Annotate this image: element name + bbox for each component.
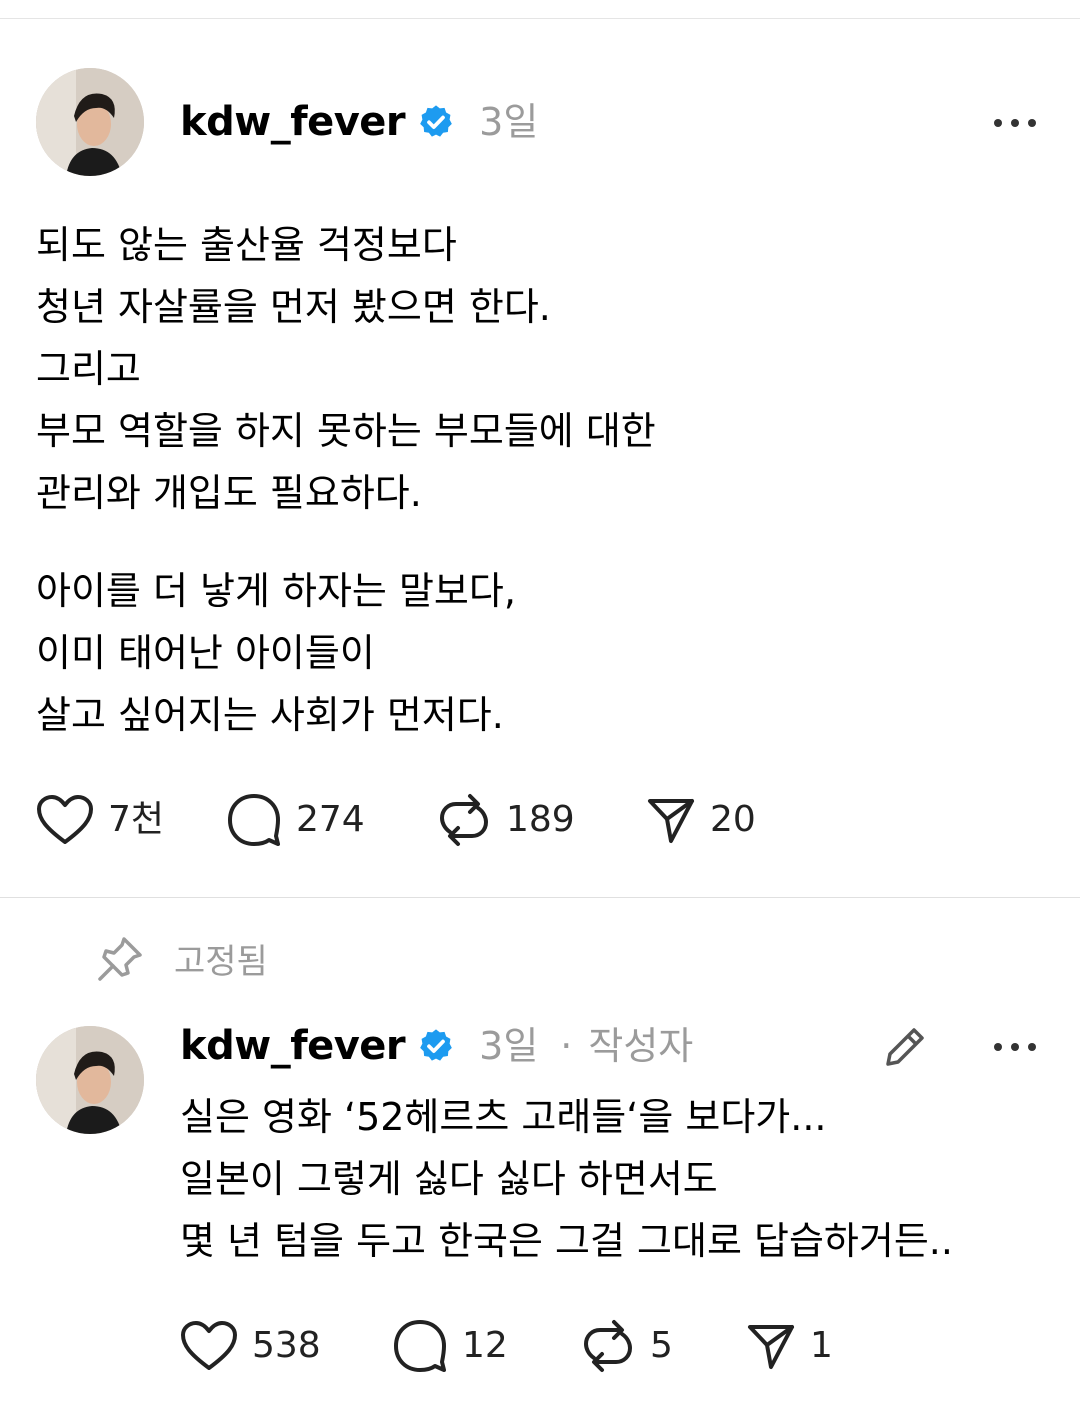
reply-line: 일본이 그렇게 싫다 싫다 하면서도 <box>180 1157 718 1201</box>
post-line: 청년 자살률을 먼저 봤으면 한다. <box>36 285 551 329</box>
post-line: 그리고 <box>36 347 141 391</box>
reply-comment-button[interactable]: 12 <box>392 1318 508 1374</box>
reply-username[interactable]: kdw_fever <box>180 1022 406 1070</box>
reply-more-horizontal-icon[interactable] <box>993 1037 1037 1057</box>
share-count: 20 <box>710 799 756 840</box>
post-line: 되도 않는 출산율 걱정보다 <box>36 223 457 267</box>
section-divider <box>0 897 1080 898</box>
post-line: 이미 태어난 아이들이 <box>36 631 375 675</box>
edit-button[interactable] <box>880 1022 930 1076</box>
comment-bubble-icon <box>228 794 280 846</box>
repost-button[interactable]: 189 <box>436 792 575 848</box>
reply-like-count: 538 <box>252 1325 321 1366</box>
repost-icon <box>583 1320 633 1372</box>
send-icon <box>648 799 694 843</box>
more-horizontal-icon[interactable] <box>993 113 1037 133</box>
reply-repost-count: 5 <box>650 1325 673 1366</box>
reply-share-button[interactable]: 1 <box>746 1318 833 1374</box>
reply-like-button[interactable]: 538 <box>180 1318 321 1374</box>
heart-icon <box>181 1321 237 1370</box>
comment-bubble-icon <box>394 1320 446 1372</box>
post-body-paragraph-1: 되도 않는 출산율 걱정보다 청년 자살률을 먼저 봤으면 한다. 그리고 부모… <box>36 214 656 524</box>
reply-time: 3일 <box>479 1024 539 1068</box>
reply-body: 실은 영화 ‘52헤르츠 고래들‘을 보다가... 일본이 그렇게 싫다 싫다 … <box>180 1086 953 1272</box>
pin-icon <box>98 936 142 981</box>
heart-icon <box>37 795 93 844</box>
comment-count: 274 <box>296 799 365 840</box>
verified-badge-icon <box>420 1029 452 1061</box>
reply-line: 실은 영화 ‘52헤르츠 고래들‘을 보다가... <box>180 1095 827 1139</box>
post-time: 3일 <box>479 100 539 144</box>
reply-avatar[interactable] <box>36 1026 144 1134</box>
post-line: 관리와 개입도 필요하다. <box>36 471 422 515</box>
reply-repost-button[interactable]: 5 <box>580 1318 673 1374</box>
pinned-indicator: 고정됨 <box>96 934 268 983</box>
top-divider <box>0 18 1080 19</box>
author-tag: 작성자 <box>588 1024 694 1068</box>
post-line: 살고 싶어지는 사회가 먼저다. <box>36 693 504 737</box>
repost-count: 189 <box>506 799 575 840</box>
repost-icon <box>439 794 489 846</box>
share-button[interactable]: 20 <box>646 792 756 848</box>
post-line: 아이를 더 낳게 하자는 말보다, <box>36 569 516 613</box>
like-count: 7천 <box>108 799 165 840</box>
post-body-paragraph-2: 아이를 더 낳게 하자는 말보다, 이미 태어난 아이들이 살고 싶어지는 사회… <box>36 560 516 746</box>
reply-line: 몇 년 텀을 두고 한국은 그걸 그대로 답습하거든.. <box>180 1219 953 1263</box>
pencil-icon <box>886 1028 924 1066</box>
meta-separator: · <box>560 1024 573 1068</box>
send-icon <box>748 1325 794 1369</box>
post-username[interactable]: kdw_fever <box>180 98 406 146</box>
comment-button[interactable]: 274 <box>226 792 365 848</box>
avatar[interactable] <box>36 68 144 176</box>
verified-badge-icon <box>420 105 452 137</box>
reply-share-count: 1 <box>810 1325 833 1366</box>
post-line: 부모 역할을 하지 못하는 부모들에 대한 <box>36 409 656 453</box>
reply-comment-count: 12 <box>462 1325 508 1366</box>
like-button[interactable]: 7천 <box>36 792 164 848</box>
pinned-label: 고정됨 <box>174 942 268 982</box>
